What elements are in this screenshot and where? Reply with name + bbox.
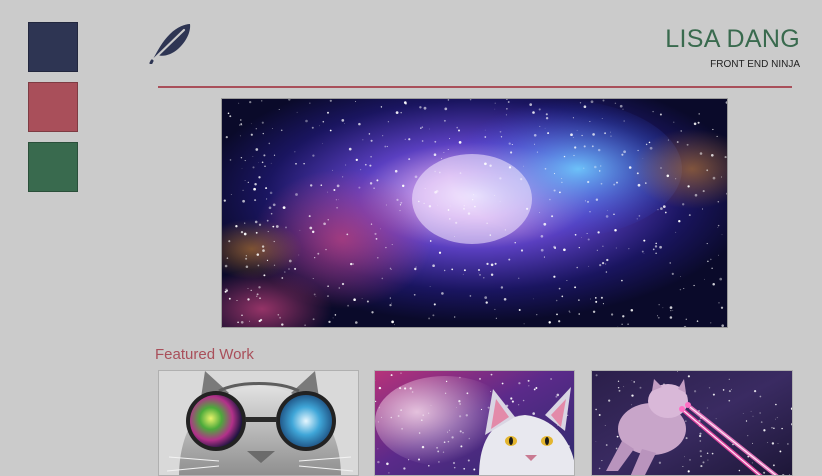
- hero-galaxy-image: [221, 98, 728, 328]
- color-swatch-green[interactable]: [28, 142, 78, 192]
- featured-work-heading: Featured Work: [155, 346, 254, 363]
- featured-item-cat-space[interactable]: [374, 370, 575, 476]
- site-tagline: FRONT END NINJA: [710, 59, 800, 70]
- color-swatch-navy[interactable]: [28, 22, 78, 72]
- featured-item-cat-glasses[interactable]: [158, 370, 359, 476]
- color-swatch-rose[interactable]: [28, 82, 78, 132]
- portfolio-page: LISA DANG FRONT END NINJA Featured Work: [0, 0, 822, 476]
- feather-icon[interactable]: [148, 20, 194, 65]
- header-divider: [158, 86, 792, 88]
- featured-item-cat-lasers[interactable]: [591, 370, 793, 476]
- site-owner-name: LISA DANG: [665, 25, 800, 53]
